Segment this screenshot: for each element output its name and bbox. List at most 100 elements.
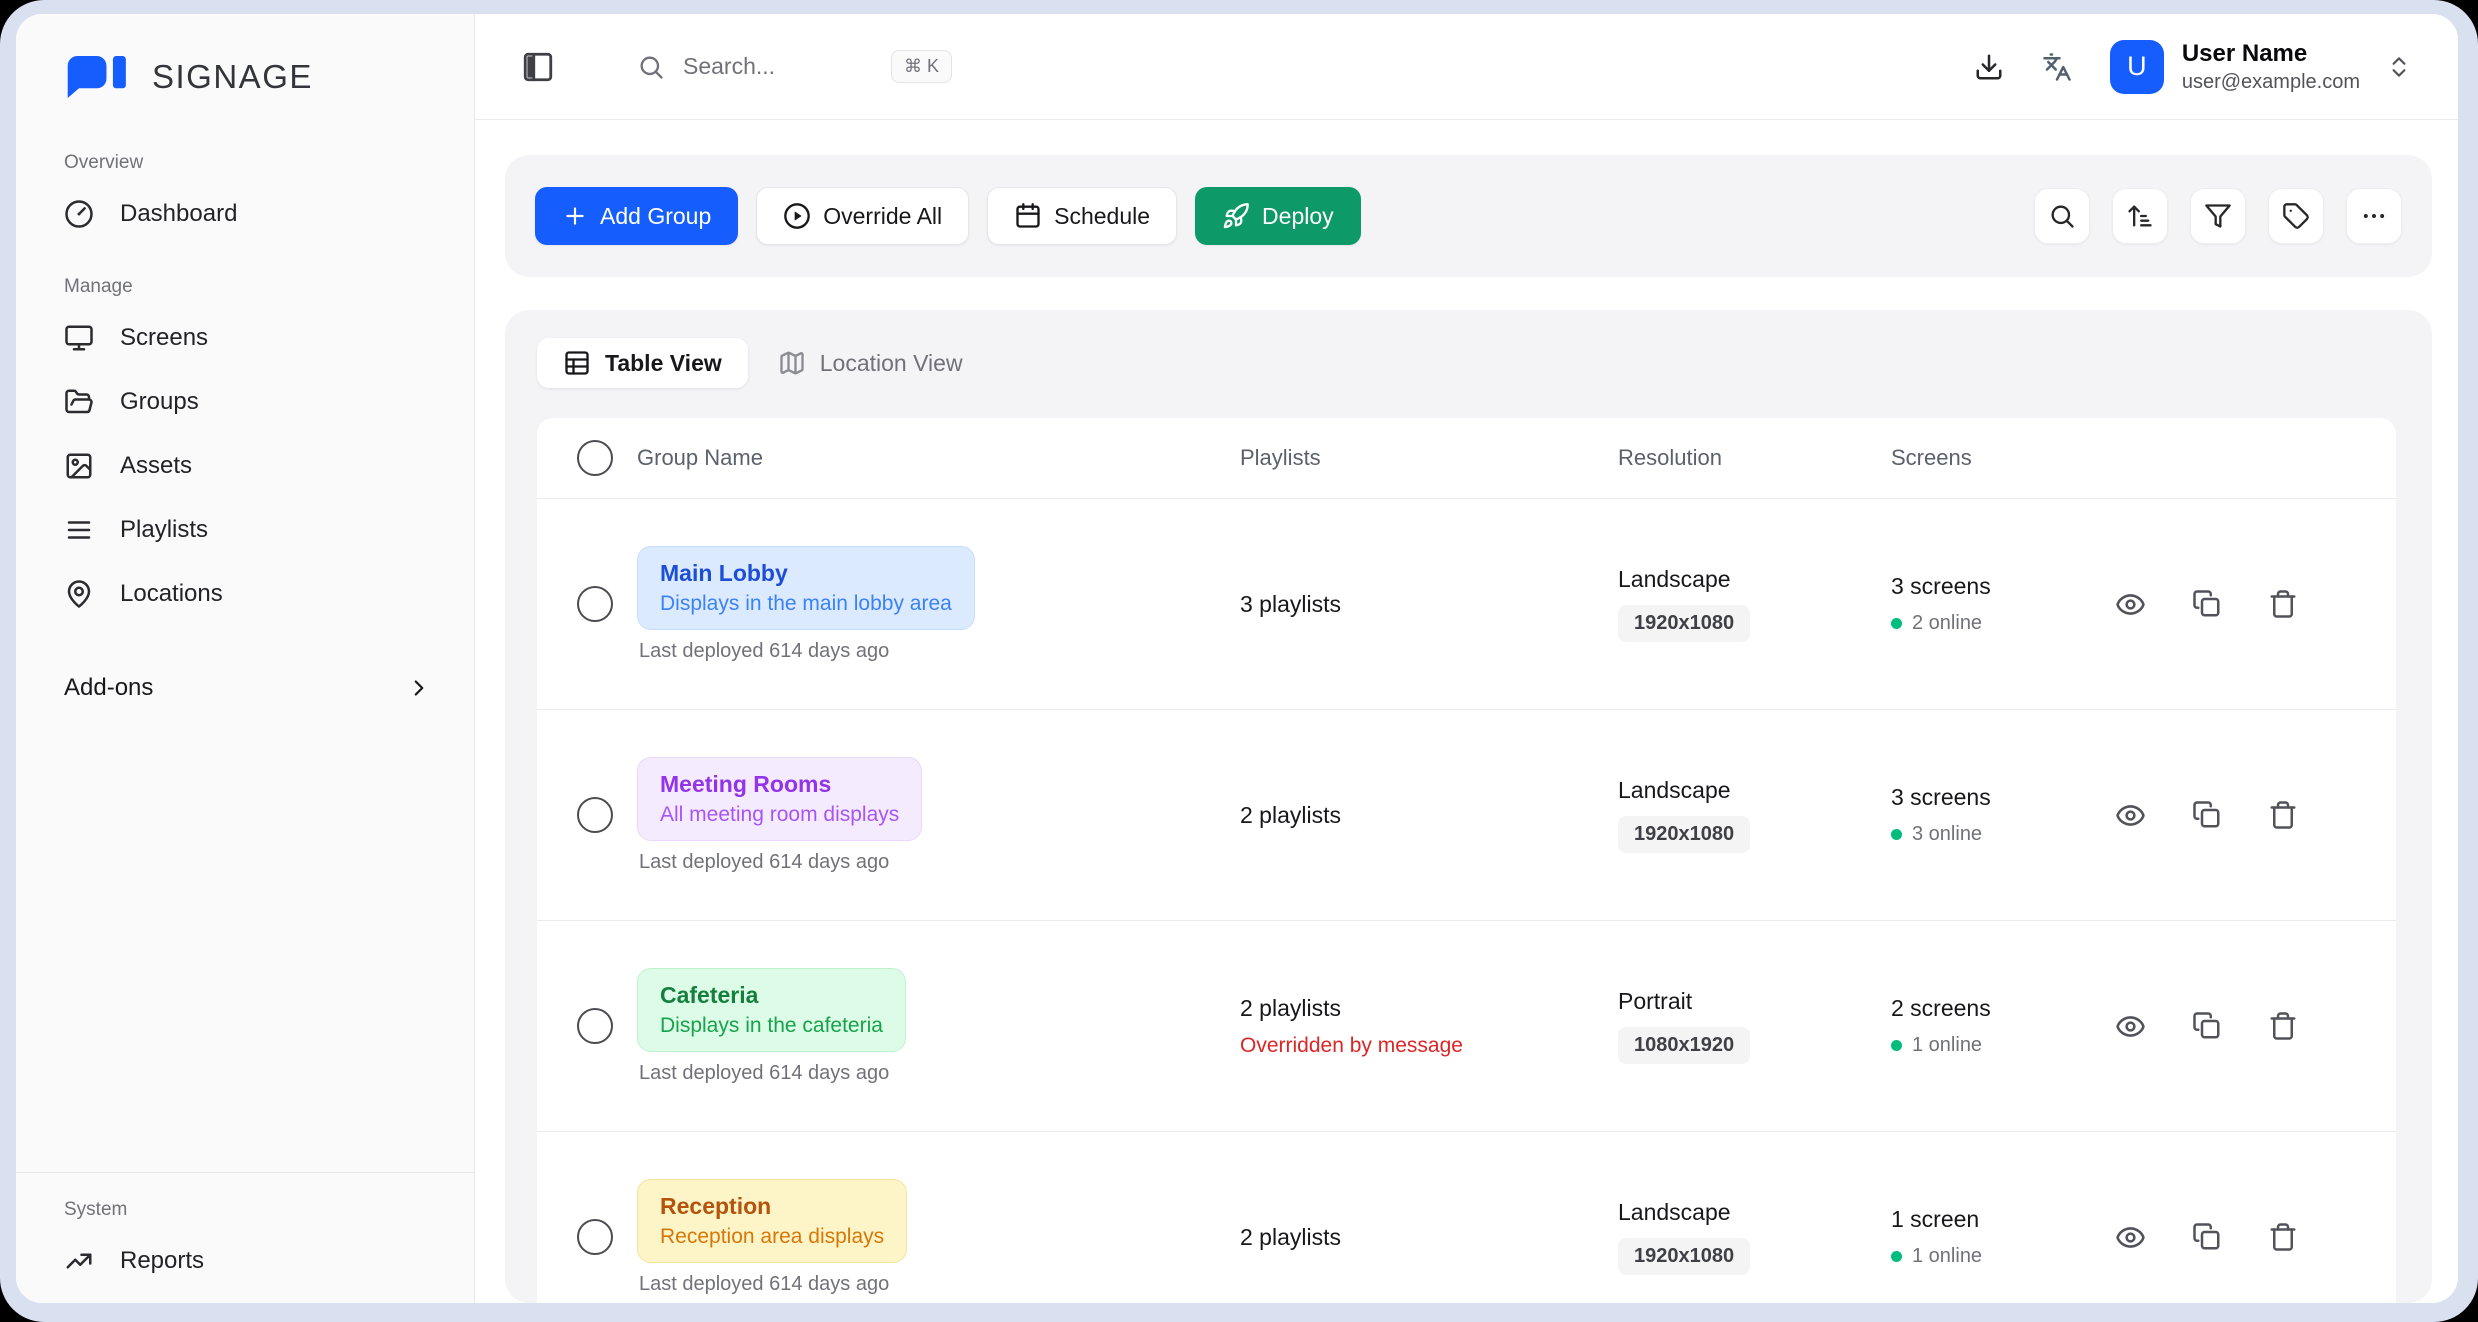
override-all-button[interactable]: Override All [756,187,969,245]
user-meta: User Name user@example.com [2182,40,2360,94]
eye-icon [2115,1222,2146,1253]
filter-button[interactable] [2190,188,2246,244]
select-all-checkbox[interactable] [577,440,613,476]
orientation: Landscape [1618,777,1891,804]
app-frame: SIGNAGE Overview Dashboard Manage Screen… [0,0,2478,1322]
section-system: System [64,1199,438,1221]
delete-group-button[interactable] [2268,589,2298,619]
group-name: Main Lobby [660,560,952,587]
column-playlists: Playlists [1240,445,1618,471]
copy-icon [2192,589,2222,619]
screens-count: 3 screens [1891,784,2091,811]
group-name-pill[interactable]: Meeting Rooms All meeting room displays [637,757,922,841]
sidebar-item-dashboard[interactable]: Dashboard [60,186,438,242]
brand-logo: SIGNAGE [60,14,438,126]
view-group-button[interactable] [2115,1222,2146,1253]
resolution-badge: 1920x1080 [1618,816,1750,853]
table-row: Cafeteria Displays in the cafeteria Last… [537,921,2396,1132]
group-description: All meeting room displays [660,803,899,827]
topbar: ⌘ K U User Name user@example.com [475,14,2458,120]
download-icon[interactable] [1974,52,2004,82]
user-menu[interactable]: U User Name user@example.com [2110,40,2412,94]
pisignage-logo-icon [62,56,138,98]
add-group-button[interactable]: Add Group [535,187,738,245]
row-checkbox[interactable] [577,1008,613,1044]
row-checkbox[interactable] [577,586,613,622]
duplicate-group-button[interactable] [2192,1222,2222,1252]
sidebar-item-label: Playlists [120,516,208,544]
global-search[interactable]: ⌘ K [637,50,952,83]
view-group-button[interactable] [2115,589,2146,620]
group-name-pill[interactable]: Reception Reception area displays [637,1179,907,1263]
override-status: Overridden by message [1240,1034,1618,1058]
eye-icon [2115,589,2146,620]
sort-ascending-icon [2126,202,2154,230]
play-circle-icon [783,202,811,230]
group-name-pill[interactable]: Main Lobby Displays in the main lobby ar… [637,546,975,630]
add-group-label: Add Group [600,203,711,230]
table-search-button[interactable] [2034,188,2090,244]
duplicate-group-button[interactable] [2192,589,2222,619]
schedule-button[interactable]: Schedule [987,187,1177,245]
view-tabs: Table View Location View [537,338,2396,388]
rocket-icon [1222,202,1250,230]
delete-group-button[interactable] [2268,800,2298,830]
main-area: ⌘ K U User Name user@example.com [475,14,2458,1303]
table-header-row: Group Name Playlists Resolution Screens [537,418,2396,499]
tab-table-label: Table View [605,350,722,377]
tab-location-label: Location View [820,350,963,377]
row-checkbox[interactable] [577,797,613,833]
resolution-badge: 1080x1920 [1618,1027,1750,1064]
group-name: Reception [660,1193,884,1220]
search-kbd-shortcut: ⌘ K [891,50,952,83]
sidebar-item-playlists[interactable]: Playlists [60,502,438,558]
sidebar-item-reports[interactable]: Reports [60,1233,438,1289]
group-description: Displays in the cafeteria [660,1014,883,1038]
view-group-button[interactable] [2115,1011,2146,1042]
group-name-pill[interactable]: Cafeteria Displays in the cafeteria [637,968,906,1052]
sidebar-divider [16,1172,474,1173]
sidebar-item-locations[interactable]: Locations [60,566,438,622]
sidebar-item-addons[interactable]: Add-ons [60,660,438,716]
trash-icon [2268,1222,2298,1252]
table-row: Reception Reception area displays Last d… [537,1132,2396,1303]
group-name: Meeting Rooms [660,771,899,798]
duplicate-group-button[interactable] [2192,1011,2222,1041]
duplicate-group-button[interactable] [2192,800,2222,830]
column-screens: Screens [1891,445,2091,471]
delete-group-button[interactable] [2268,1222,2298,1252]
deploy-button[interactable]: Deploy [1195,187,1361,245]
orientation: Landscape [1618,566,1891,593]
playlists-count: 2 playlists [1240,995,1618,1022]
ellipsis-icon [2360,202,2388,230]
topbar-right: U User Name user@example.com [1974,40,2412,94]
chevron-right-icon [406,675,432,701]
tab-location-view[interactable]: Location View [778,349,963,377]
playlists-count: 2 playlists [1240,1224,1618,1251]
sort-button[interactable] [2112,188,2168,244]
groups-table: Group Name Playlists Resolution Screens … [537,418,2396,1303]
online-count: 1 online [1912,1245,1982,1268]
chevrons-up-down-icon [2386,54,2412,80]
more-options-button[interactable] [2346,188,2402,244]
section-overview: Overview [64,152,438,174]
table-row: Main Lobby Displays in the main lobby ar… [537,499,2396,710]
sidebar-toggle-icon[interactable] [521,50,555,84]
view-group-button[interactable] [2115,800,2146,831]
tags-button[interactable] [2268,188,2324,244]
screens-count: 1 screen [1891,1206,2091,1233]
delete-group-button[interactable] [2268,1011,2298,1041]
toolbar-icon-group [2034,188,2402,244]
column-resolution: Resolution [1618,445,1891,471]
languages-icon[interactable] [2042,52,2072,82]
online-dot [1891,1251,1902,1262]
row-checkbox[interactable] [577,1219,613,1255]
sidebar-item-groups[interactable]: Groups [60,374,438,430]
resolution-badge: 1920x1080 [1618,1238,1750,1275]
search-input[interactable] [683,53,873,80]
sidebar-item-label: Assets [120,452,192,480]
sidebar-item-screens[interactable]: Screens [60,310,438,366]
tab-table-view[interactable]: Table View [537,338,748,388]
sidebar-item-assets[interactable]: Assets [60,438,438,494]
orientation: Landscape [1618,1199,1891,1226]
